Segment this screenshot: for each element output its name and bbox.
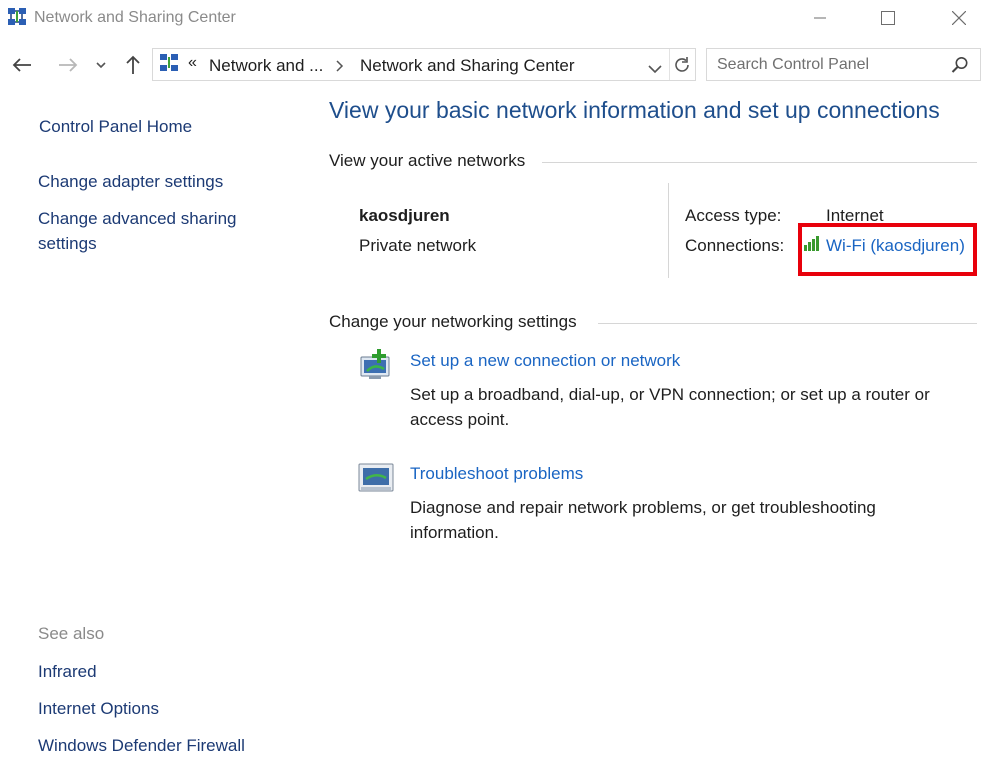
search-input[interactable] (717, 54, 942, 76)
setup-connection-description: Set up a broadband, dial-up, or VPN conn… (410, 385, 930, 404)
see-also-firewall-link[interactable]: Windows Defender Firewall (38, 733, 245, 758)
breadcrumb-separator-icon[interactable] (336, 59, 344, 77)
active-networks-label: View your active networks (329, 151, 526, 170)
control-panel-home-link[interactable]: Control Panel Home (39, 114, 192, 139)
see-also-infrared-link[interactable]: Infrared (38, 659, 97, 684)
app-icon (6, 7, 28, 29)
network-category: Private network (359, 236, 477, 255)
breadcrumb-parent[interactable]: Network and ... (209, 56, 323, 76)
close-button[interactable] (936, 0, 982, 36)
breadcrumb-overflow[interactable]: « (188, 54, 197, 72)
search-box[interactable] (706, 48, 981, 81)
change-advanced-sharing-link-line2[interactable]: settings (38, 231, 97, 256)
back-button[interactable] (9, 52, 35, 78)
setup-connection-link[interactable]: Set up a new connection or network (410, 351, 680, 371)
section-divider (598, 323, 977, 324)
connections-label: Connections: (685, 236, 785, 255)
section-divider (542, 162, 977, 163)
search-icon[interactable] (951, 56, 969, 79)
setup-connection-description-line2: access point. (410, 410, 510, 429)
up-button[interactable] (120, 52, 146, 78)
maximize-button[interactable] (865, 0, 911, 36)
change-advanced-sharing-link[interactable]: Change advanced sharing (38, 206, 236, 231)
new-connection-icon (357, 347, 397, 383)
minimize-button[interactable] (797, 0, 843, 36)
wifi-connection-link[interactable]: Wi-Fi (kaosdjuren) (826, 236, 965, 256)
address-bar[interactable]: « Network and ... Network and Sharing Ce… (152, 48, 696, 81)
address-divider (669, 49, 670, 80)
troubleshoot-description-line2: information. (410, 523, 499, 542)
window-title: Network and Sharing Center (34, 9, 236, 26)
change-settings-label: Change your networking settings (329, 312, 577, 331)
address-dropdown-chevron-icon[interactable] (648, 61, 662, 79)
access-type-label: Access type: (685, 206, 782, 225)
see-also-label: See also (38, 624, 105, 643)
recent-pages-chevron-icon[interactable] (89, 52, 113, 78)
refresh-icon[interactable] (672, 55, 692, 75)
forward-button[interactable] (55, 52, 81, 78)
control-panel-icon (158, 53, 180, 75)
troubleshoot-description: Diagnose and repair network problems, or… (410, 498, 876, 517)
change-adapter-settings-link[interactable]: Change adapter settings (38, 169, 223, 194)
see-also-internet-options-link[interactable]: Internet Options (38, 696, 159, 721)
breadcrumb-current[interactable]: Network and Sharing Center (360, 56, 575, 76)
wifi-signal-icon (803, 234, 821, 257)
network-divider (668, 183, 669, 278)
troubleshoot-icon (357, 461, 397, 497)
troubleshoot-link[interactable]: Troubleshoot problems (410, 464, 583, 484)
page-title: View your basic network information and … (329, 97, 940, 123)
network-name: kaosdjuren (359, 206, 450, 225)
